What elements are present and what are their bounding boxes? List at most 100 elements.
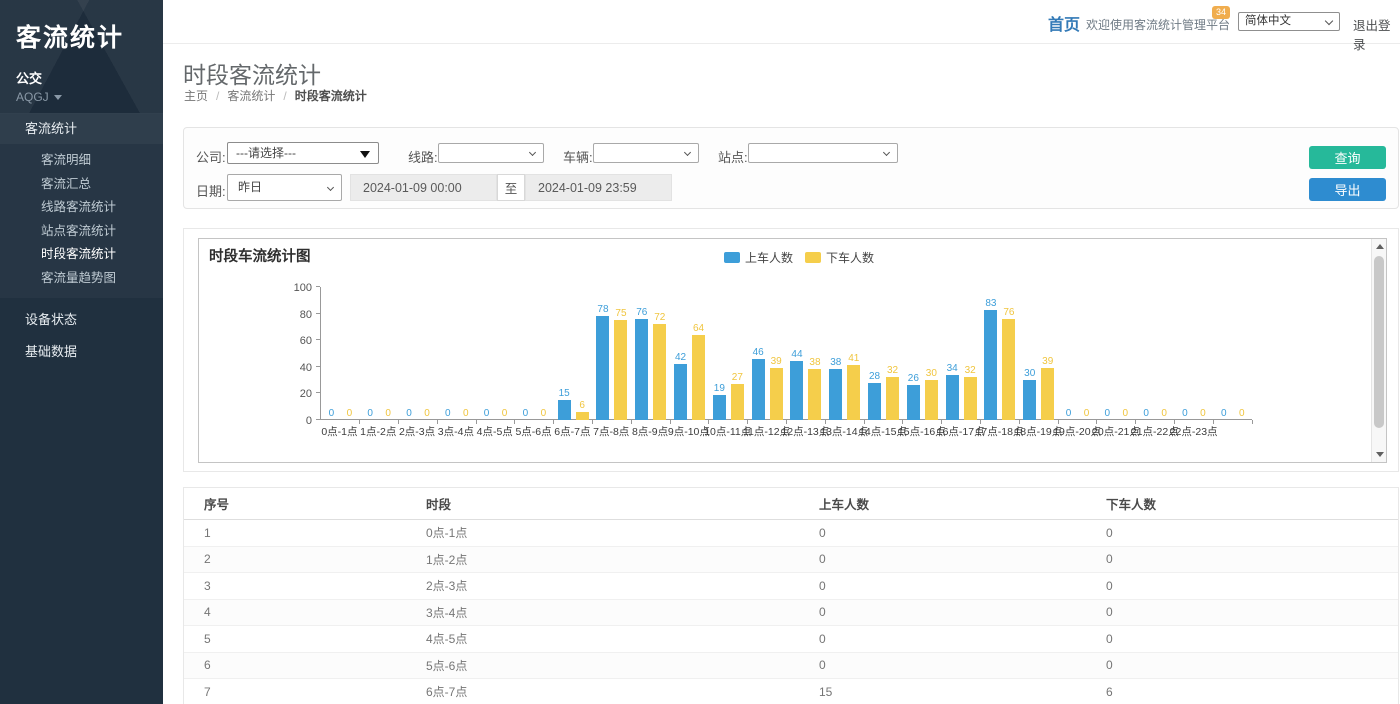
org-code-dropdown[interactable]: AQGJ [16,90,163,104]
bar[interactable] [674,364,687,420]
x-axis-label-cell: 11点-12点 [747,424,786,439]
bar-value-label: 0 [523,408,529,419]
breadcrumb-link[interactable]: 主页 [184,87,208,104]
x-axis-label-cell: 14点-15点 [864,424,903,439]
scrollbar-up-arrow[interactable] [1372,239,1387,254]
bar[interactable] [847,365,860,420]
table-row[interactable]: 65点-6点00 [184,653,1398,680]
sidebar-subitem[interactable]: 时段客流统计 [0,243,163,267]
bar[interactable] [925,380,938,420]
table-row[interactable]: 54点-5点00 [184,626,1398,653]
home-link[interactable]: 首页 [1048,11,1080,35]
vehicle-select[interactable] [593,143,699,163]
app-title: 客流统计 [16,18,163,54]
breadcrumb-link[interactable]: 客流统计 [227,87,275,104]
bar[interactable] [558,400,571,420]
bar[interactable] [653,324,666,420]
bar-value-label: 0 [1161,408,1167,419]
sidebar-item[interactable]: 基础数据 [0,337,163,367]
bar[interactable] [946,375,959,420]
bar[interactable] [770,368,783,420]
x-axis-label-cell: 13点-14点 [825,424,864,439]
bar-column: 41 [847,353,860,420]
bar-column: 39 [770,356,783,420]
table-body: 10点-1点0021点-2点0032点-3点0043点-4点0054点-5点00… [184,520,1398,704]
bar[interactable] [790,361,803,420]
caret-down-icon [54,95,62,100]
sidebar-item[interactable]: 设备状态 [0,305,163,335]
bar-value-label: 0 [1123,408,1129,419]
scrollbar-down-arrow[interactable] [1372,447,1387,462]
query-button[interactable]: 查询 [1309,146,1386,169]
bar-value-label: 38 [830,357,841,368]
bar[interactable] [576,412,589,420]
bar-column: 0 [459,408,472,420]
chart-scrollbar[interactable] [1371,239,1386,462]
bar[interactable] [635,319,648,420]
bar-value-label: 0 [1105,408,1111,419]
date-to-input[interactable]: 2024-01-09 23:59 [525,174,672,201]
chevron-down-icon [684,149,691,156]
x-axis-label-cell: 16点-17点 [941,424,980,439]
date-from-input[interactable]: 2024-01-09 00:00 [350,174,497,201]
x-axis-label-cell: 12点-13点 [786,424,825,439]
sidebar-subitem[interactable]: 客流汇总 [0,173,163,197]
bar-value-label: 0 [541,408,547,419]
bar[interactable] [868,383,881,420]
bar-value-label: 0 [1143,408,1149,419]
bar[interactable] [1041,368,1054,420]
station-select[interactable] [748,143,898,163]
line-select[interactable] [438,143,544,163]
bar[interactable] [964,377,977,420]
table-row[interactable]: 32点-3点00 [184,573,1398,600]
x-axis-label-cell: 0点-1点 [320,424,359,439]
logout-link[interactable]: 退出登录 [1353,15,1400,53]
sidebar-section-passenger-stats[interactable]: 客流统计 [0,114,163,144]
sidebar-subitem[interactable]: 线路客流统计 [0,196,163,220]
bar[interactable] [808,369,821,420]
bar[interactable] [907,385,920,420]
table-row[interactable]: 21点-2点00 [184,547,1398,574]
bar-column: 0 [519,408,532,420]
table-row[interactable]: 43点-4点00 [184,600,1398,627]
scrollbar-thumb[interactable] [1374,256,1384,428]
bar[interactable] [1002,319,1015,420]
bar-column: 32 [964,365,977,420]
bar[interactable] [731,384,744,420]
bar-column: 27 [731,372,744,420]
table-cell: 0点-1点 [426,524,819,541]
sidebar-subitem[interactable]: 客流量趋势图 [0,267,163,291]
company-select[interactable]: ---请选择--- [227,142,379,164]
x-axis-label: 3点-4点 [438,424,474,439]
table-cell: 3点-4点 [426,604,819,621]
export-button[interactable]: 导出 [1309,178,1386,201]
bar-value-label: 46 [753,347,764,358]
bar[interactable] [752,359,765,420]
table-row[interactable]: 76点-7点156 [184,679,1398,704]
bar[interactable] [713,395,726,420]
x-axis-label-cell: 10点-11点 [708,424,747,439]
bar[interactable] [614,320,627,420]
notification-badge[interactable]: 34 [1212,6,1230,19]
bar-value-label: 0 [406,408,412,419]
sidebar-subitem[interactable]: 客流明细 [0,149,163,173]
sidebar-extra: 设备状态基础数据 [0,298,163,367]
bar[interactable] [1023,380,1036,420]
bar[interactable] [829,369,842,420]
x-axis-label-cell: 4点-5点 [475,424,514,439]
y-axis-tick-label: 100 [294,282,312,294]
language-select[interactable]: 简体中文 [1238,12,1340,31]
chart-panel: 时段车流统计图 上车人数下车人数 020406080100 0000000000… [183,228,1399,472]
bar[interactable] [596,316,609,420]
sidebar-subitem[interactable]: 站点客流统计 [0,220,163,244]
table-row[interactable]: 10点-1点00 [184,520,1398,547]
bar-column: 0 [1196,408,1209,420]
bar[interactable] [984,310,997,420]
bar-group: 00 [1058,287,1097,420]
bar[interactable] [886,377,899,420]
bar[interactable] [692,335,705,420]
legend-swatch [724,252,740,263]
date-preset-select[interactable]: 昨日 [227,174,342,201]
x-axis-label-cell: 15点-16点 [902,424,941,439]
bar-column: 0 [1101,408,1114,420]
